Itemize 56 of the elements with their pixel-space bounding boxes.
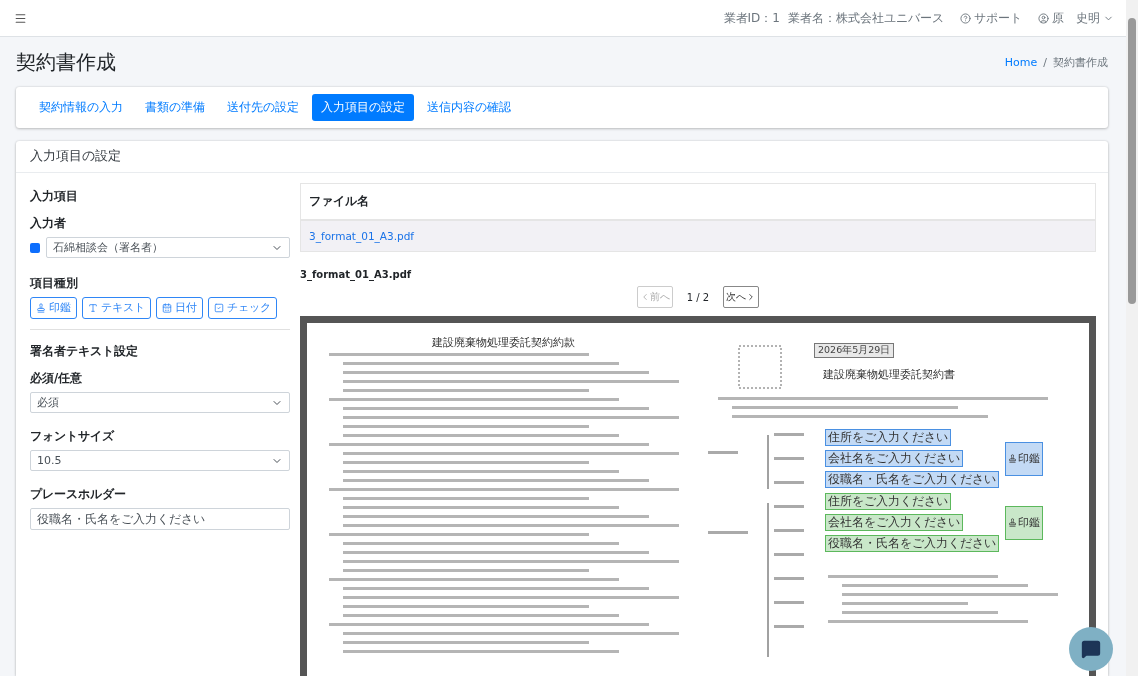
user-menu[interactable]: 原 史明 — [1038, 9, 1114, 27]
field-label: 項目種別 — [30, 276, 79, 291]
stamp-field[interactable]: 印鑑 — [1005, 505, 1043, 540]
section-title: 署名者テキスト設定 — [30, 344, 139, 359]
menu-icon[interactable] — [14, 11, 27, 25]
text-input-field[interactable]: 会社名をご入力ください — [825, 450, 963, 467]
text-input-field[interactable]: 住所をご入力ください — [825, 493, 951, 510]
checkbox-icon — [214, 303, 224, 313]
revenue-stamp-drawing — [738, 345, 782, 389]
scrollbar[interactable] — [1126, 0, 1138, 676]
letter-icon — [88, 303, 98, 313]
select-field[interactable]: 必須 — [30, 392, 290, 413]
document-title: 建設廃棄物処理委託契約書 — [823, 367, 955, 382]
breadcrumb-separator: / — [1043, 55, 1047, 69]
document-title: 建設廃棄物処理委託契約約款 — [432, 335, 575, 350]
field-label: 入力者 — [30, 216, 67, 231]
step-tab[interactable]: 送付先の設定 — [218, 94, 308, 121]
page-title: 契約書作成 — [16, 48, 116, 76]
stamp-field[interactable]: 印鑑 — [1005, 441, 1043, 476]
section-title: 入力項目 — [30, 189, 79, 204]
input-field[interactable]: 役職名・氏名をご入力ください — [30, 508, 290, 530]
step-tab[interactable]: 入力項目の設定 — [312, 94, 414, 121]
select-field[interactable]: 10.5 — [30, 450, 290, 471]
vendor-name: 業者名：株式会社ユニバース — [788, 9, 944, 27]
panel-title: 入力項目の設定 — [16, 141, 1108, 173]
step-tab[interactable]: 書類の準備 — [136, 94, 214, 121]
text-input-field[interactable]: 住所をご入力ください — [825, 429, 951, 446]
vendor-id: 業者ID：1 — [723, 9, 780, 27]
calendar-icon — [162, 303, 172, 313]
stamp-icon — [1008, 518, 1017, 527]
file-link[interactable]: 3_format_01_A3.pdf — [301, 221, 1095, 251]
field-label: 必須/任意 — [30, 371, 84, 386]
page-indicator: 1 / 2 — [686, 291, 710, 303]
item-type-button[interactable]: チェック — [208, 297, 277, 319]
field-label: フォントサイズ — [30, 429, 116, 444]
breadcrumb-current: 契約書作成 — [1053, 54, 1108, 70]
text-input-field[interactable]: 役職名・氏名をご入力ください — [825, 471, 999, 488]
stamp-icon — [1008, 454, 1017, 463]
next-button[interactable]: 次へ — [723, 286, 760, 308]
support-link[interactable]: サポート — [960, 9, 1022, 27]
item-type-button[interactable]: テキスト — [82, 297, 151, 319]
item-type-button[interactable]: 印鑑 — [30, 297, 77, 319]
step-tab[interactable]: 送信内容の確認 — [418, 94, 520, 121]
text-input-field[interactable]: 会社名をご入力ください — [825, 514, 963, 531]
date-field[interactable]: 2026年5月29日 — [814, 343, 895, 358]
text-input-field[interactable]: 役職名・氏名をご入力ください — [825, 535, 999, 552]
stamp-icon — [36, 303, 46, 313]
help-icon — [960, 12, 971, 24]
user-icon — [1038, 12, 1049, 24]
inputter-select[interactable]: 石綿相談会（署名者） — [46, 237, 290, 258]
step-tab[interactable]: 契約情報の入力 — [30, 94, 132, 121]
item-type-button[interactable]: 日付 — [156, 297, 203, 319]
chat-icon — [1081, 639, 1101, 659]
file-name: 3_format_01_A3.pdf — [300, 269, 413, 280]
field-label: プレースホルダー — [30, 487, 127, 502]
breadcrumb-link[interactable]: Home — [1004, 55, 1038, 69]
